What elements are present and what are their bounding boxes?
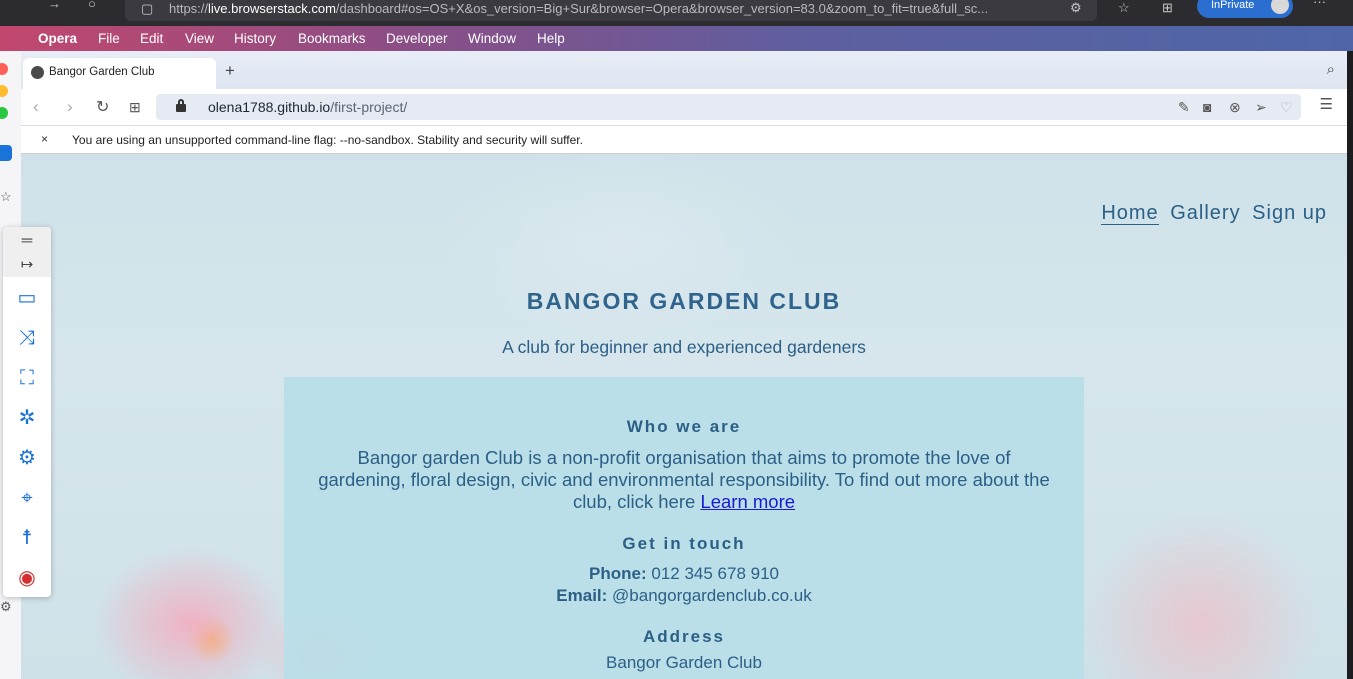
settings-sidebar-icon[interactable]: ⚙ xyxy=(0,599,12,615)
inprivate-badge[interactable]: InPrivate xyxy=(1197,0,1293,18)
switch-device-icon[interactable]: ▭ xyxy=(3,286,51,310)
email-value: @bangorgardenclub.co.uk xyxy=(612,586,812,605)
favorites-icon[interactable]: ☆ xyxy=(1118,0,1130,16)
nav-home-link[interactable]: Home xyxy=(1101,202,1159,225)
menu-history[interactable]: History xyxy=(234,31,276,46)
info-box: Who we are Bangor garden Club is a non-p… xyxy=(284,377,1084,679)
site-tagline: A club for beginner and experienced gard… xyxy=(502,337,866,357)
address-url-path: /first-project/ xyxy=(330,99,408,115)
tab-strip: Bangor Garden Club + ⌕ xyxy=(21,51,1347,89)
back-button[interactable]: ‹ xyxy=(33,97,39,117)
host-url-host: live.browserstack.com xyxy=(208,1,336,16)
tab-search-icon[interactable]: ⌕ xyxy=(1327,61,1335,78)
forward-arrow-icon[interactable]: → xyxy=(48,0,61,11)
menu-bookmarks[interactable]: Bookmarks xyxy=(298,31,366,46)
warning-infobar: × You are using an unsupported command-l… xyxy=(21,125,1347,154)
menu-file[interactable]: File xyxy=(98,31,120,46)
avatar xyxy=(1271,0,1289,14)
site-title: BANGOR GARDEN CLUB xyxy=(526,288,842,314)
globe-icon xyxy=(31,66,44,79)
tab-title: Bangor Garden Club xyxy=(49,66,155,78)
who-we-are-heading: Who we are xyxy=(626,417,742,436)
warning-message: You are using an unsupported command-lin… xyxy=(72,133,583,147)
reload-icon[interactable]: ○ xyxy=(88,0,96,11)
screen: → ○ ▢ https://live.browserstack.com/dash… xyxy=(0,0,1353,679)
host-url-prefix: https:// xyxy=(169,1,209,16)
new-tab-button[interactable]: + xyxy=(225,61,235,81)
who-we-are-body: Bangor garden Club is a non-profit organ… xyxy=(318,447,1050,512)
web-page: Home Gallery Sign up BANGOR GARDEN CLUB … xyxy=(21,154,1347,679)
collections-icon[interactable]: ⊞ xyxy=(1162,0,1173,16)
inprivate-label: InPrivate xyxy=(1211,0,1255,11)
phone-line: Phone: 012 345 678 910 xyxy=(284,564,1084,584)
lock-icon xyxy=(176,99,186,112)
collapse-arrow-icon[interactable]: ↦ xyxy=(3,253,51,277)
window-zoom-button[interactable] xyxy=(0,107,8,119)
address-url: olena1788.github.io/first-project/ xyxy=(208,99,407,115)
fit-to-screen-icon[interactable]: ⛶ xyxy=(3,366,51,390)
email-line: Email: @bangorgardenclub.co.uk xyxy=(284,586,1084,606)
email-label: Email: xyxy=(556,586,608,605)
tab-bangor-garden-club[interactable]: Bangor Garden Club xyxy=(23,58,216,89)
learn-more-link[interactable]: Learn more xyxy=(700,491,795,512)
toolbar-header: ═ ↦ xyxy=(3,227,51,277)
host-address-bar[interactable]: ▢ https://live.browserstack.com/dashboar… xyxy=(125,0,1097,21)
menu-help[interactable]: Help xyxy=(537,31,565,46)
stop-session-icon[interactable]: ◉ xyxy=(3,566,51,590)
browserstack-toolbar: ═ ↦ ▭ ⤨ ⛶ ✲ ⚙ ⌖ ☨ ◉ xyxy=(3,227,51,597)
send-icon[interactable]: ➢ xyxy=(1255,99,1267,116)
switch-browser-icon[interactable]: ⤨ xyxy=(3,326,51,350)
accessibility-icon[interactable]: ☨ xyxy=(3,526,51,550)
extension-icon[interactable]: ⚙ xyxy=(1070,0,1082,16)
more-icon[interactable]: ··· xyxy=(1313,0,1326,9)
who-we-are-text: Bangor garden Club is a non-profit organ… xyxy=(314,447,1054,513)
edit-icon[interactable]: ✎ xyxy=(1178,99,1190,116)
adblock-icon[interactable]: ⊗ xyxy=(1229,99,1241,116)
debug-icon[interactable]: ✲ xyxy=(3,406,51,430)
address-line-1: Bangor Garden Club xyxy=(606,653,762,672)
get-in-touch-heading: Get in touch xyxy=(622,534,746,553)
settings-icon[interactable]: ⚙ xyxy=(3,446,51,470)
address-url-host: olena1788.github.io xyxy=(208,99,331,115)
page-info-icon[interactable]: ▢ xyxy=(141,0,153,18)
menu-window[interactable]: Window xyxy=(468,31,516,46)
snapshot-icon[interactable]: ◙ xyxy=(1203,99,1211,115)
nav-signup-link[interactable]: Sign up xyxy=(1252,202,1327,224)
star-sidebar-icon[interactable]: ☆ xyxy=(0,189,12,205)
mac-menu-bar: Opera File Edit View History Bookmarks D… xyxy=(0,26,1353,51)
menu-view[interactable]: View xyxy=(185,31,214,46)
phone-label: Phone: xyxy=(589,564,647,583)
host-url-rest: /dashboard#os=OS+X&os_version=Big+Sur&br… xyxy=(335,1,989,16)
tabs-overview-icon[interactable]: ⊞ xyxy=(129,99,141,116)
address-bar[interactable]: olena1788.github.io/first-project/ ✎ ◙ ⊗… xyxy=(156,94,1301,120)
host-browser-bar: → ○ ▢ https://live.browserstack.com/dash… xyxy=(0,0,1353,26)
heart-icon[interactable]: ♡ xyxy=(1280,99,1293,116)
address-heading: Address xyxy=(642,627,726,646)
menu-edit[interactable]: Edit xyxy=(140,31,163,46)
phone-value: 012 345 678 910 xyxy=(651,564,779,583)
site-nav: Home Gallery Sign up xyxy=(1096,202,1327,225)
reload-button[interactable]: ↻ xyxy=(96,97,109,117)
location-pin-icon[interactable]: ⌖ xyxy=(3,486,51,510)
forward-button[interactable]: › xyxy=(67,97,73,117)
close-warning-button[interactable]: × xyxy=(41,132,48,146)
nav-gallery-link[interactable]: Gallery xyxy=(1170,202,1240,224)
window-close-button[interactable] xyxy=(0,63,8,75)
home-sidebar-icon[interactable] xyxy=(0,145,12,161)
address-row: ‹ › ↻ ⊞ olena1788.github.io/first-projec… xyxy=(21,89,1347,125)
easy-setup-icon[interactable]: ☰ xyxy=(1320,95,1333,113)
opera-window: Bangor Garden Club + ⌕ ‹ › ↻ ⊞ olena1788… xyxy=(21,51,1347,679)
drag-handle-icon[interactable]: ═ xyxy=(3,229,51,253)
menu-developer[interactable]: Developer xyxy=(386,31,448,46)
window-minimize-button[interactable] xyxy=(0,85,8,97)
menu-app-opera[interactable]: Opera xyxy=(38,31,77,46)
